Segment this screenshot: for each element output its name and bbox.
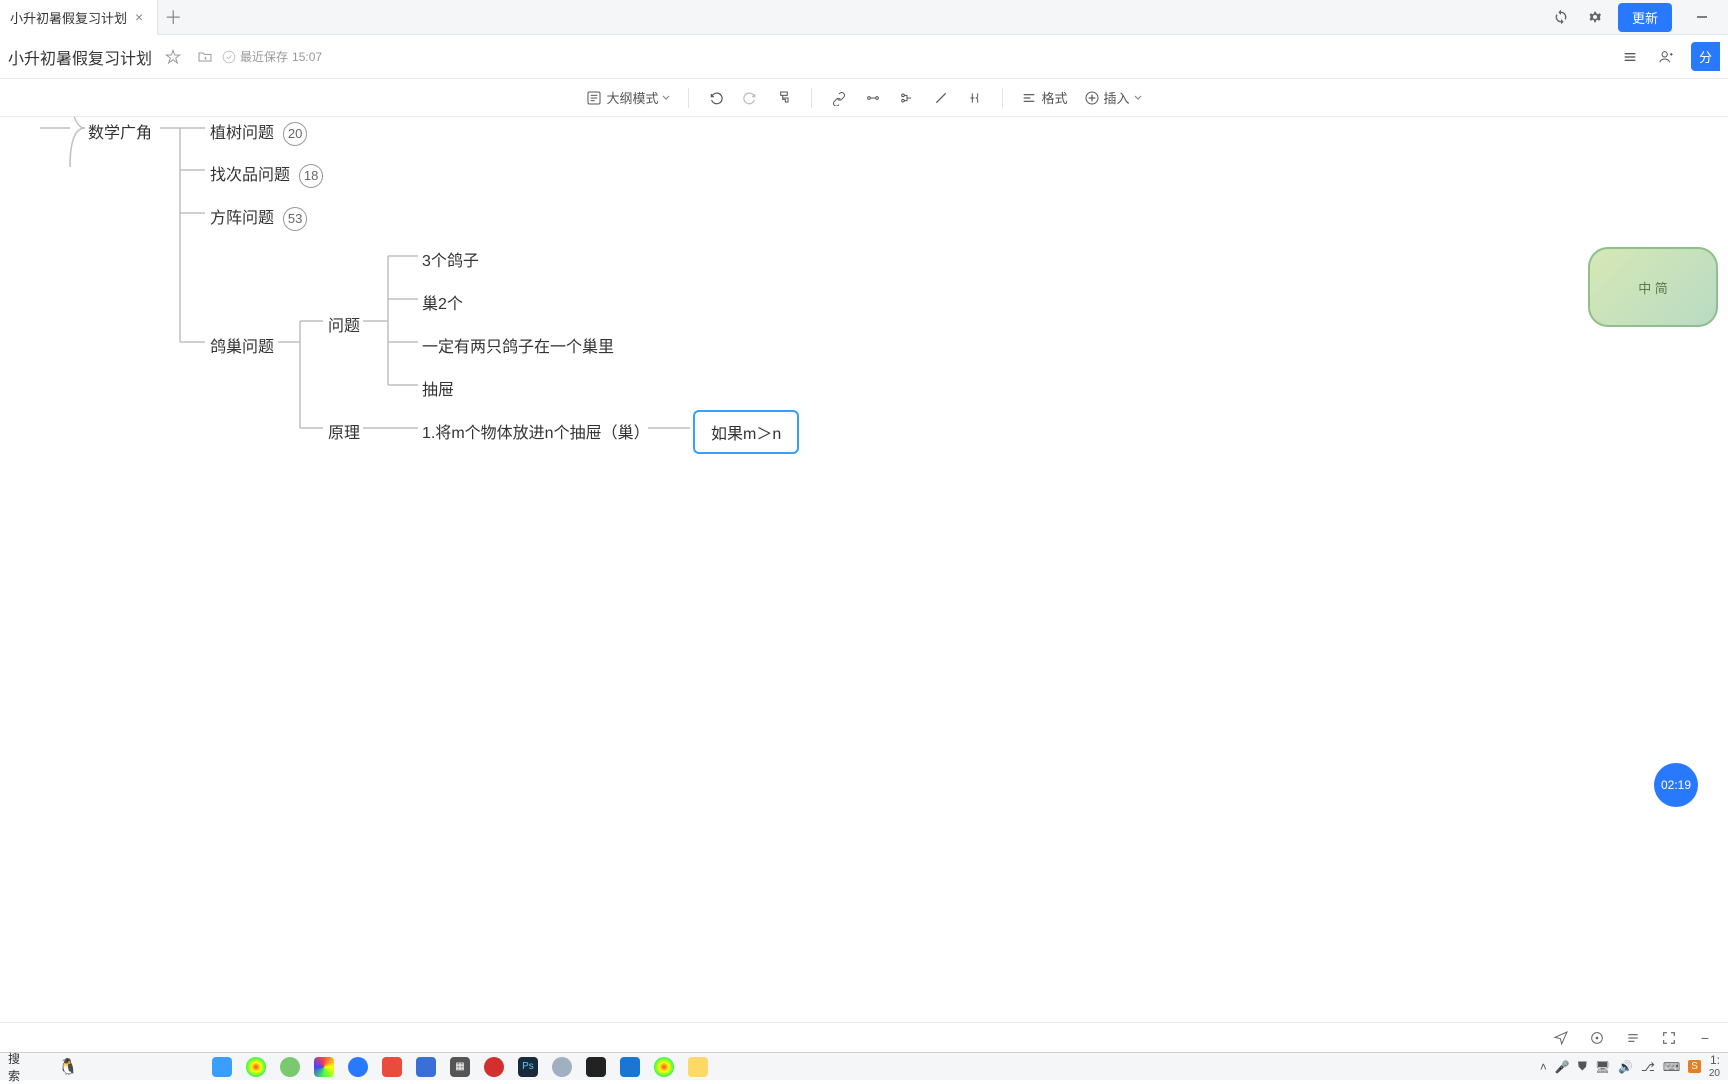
- taskbar-app-icon[interactable]: [348, 1057, 368, 1077]
- list-icon[interactable]: [1622, 1027, 1644, 1049]
- chevron-up-icon[interactable]: ˄: [1540, 1060, 1547, 1074]
- taskbar-app-icon[interactable]: [620, 1057, 640, 1077]
- taskbar-tray: ˄ 🎤 ⛊ 🖥 🔊 ⎇ ⌨ S 1: 20: [1540, 1054, 1720, 1078]
- taskbar-app-icon[interactable]: [382, 1057, 402, 1077]
- gear-icon[interactable]: [1584, 6, 1606, 28]
- taskbar-search[interactable]: 搜索: [8, 1050, 28, 1084]
- node-branch-2[interactable]: 方阵问题 53: [210, 204, 307, 231]
- add-user-icon[interactable]: [1655, 46, 1677, 68]
- node-badge: 20: [283, 122, 307, 146]
- menu-icon[interactable]: [1619, 46, 1641, 68]
- connectors: [0, 117, 1728, 907]
- node-branch-0[interactable]: 植树问题 20: [210, 119, 307, 146]
- keyboard-icon[interactable]: ⌨: [1663, 1060, 1680, 1074]
- title-bar: 小升初暑假复习计划 最近保存 15:07 分: [0, 35, 1728, 79]
- minimize-button[interactable]: [1684, 0, 1720, 35]
- node-selected[interactable]: 如果m＞n: [693, 410, 799, 454]
- insert-button[interactable]: 插入: [1084, 88, 1142, 107]
- status-bar: −: [0, 1022, 1728, 1052]
- node-principle-0[interactable]: 1.将m个物体放进n个抽屉（巢）: [422, 419, 650, 443]
- node-label: 找次品问题: [210, 167, 290, 184]
- save-prefix: 最近保存: [240, 48, 288, 65]
- volume-icon[interactable]: 🔊: [1618, 1060, 1633, 1074]
- summary-icon[interactable]: [898, 89, 916, 107]
- timer-fab[interactable]: 02:19: [1654, 763, 1698, 807]
- shield-icon[interactable]: ⛊: [1578, 1059, 1587, 1074]
- taskbar: 搜索 🐧 ▦ Ps ˄ 🎤 ⛊ 🖥 🔊 ⎇ ⌨ S 1: 20: [0, 1052, 1728, 1080]
- taskbar-chrome-icon[interactable]: [654, 1057, 674, 1077]
- tab-active[interactable]: 小升初暑假复习计划 ×: [0, 0, 158, 35]
- taskbar-app-icon[interactable]: [586, 1057, 606, 1077]
- new-tab-button[interactable]: ＋: [158, 2, 188, 32]
- node-leaf-2[interactable]: 一定有两只鸽子在一个巢里: [422, 333, 614, 357]
- format-button[interactable]: 格式: [1021, 88, 1067, 107]
- taskbar-time: 1:: [1709, 1054, 1720, 1067]
- taskbar-app-icon[interactable]: [416, 1057, 436, 1077]
- node-branch-1[interactable]: 找次品问题 18: [210, 161, 323, 188]
- tab-title: 小升初暑假复习计划: [10, 8, 127, 27]
- redo-icon[interactable]: [741, 89, 759, 107]
- taskbar-calc-icon[interactable]: ▦: [450, 1057, 470, 1077]
- taskbar-ps-icon[interactable]: Ps: [518, 1057, 538, 1077]
- sync-icon[interactable]: [1550, 6, 1572, 28]
- share-button[interactable]: 分: [1691, 42, 1720, 71]
- node-branch-3-1[interactable]: 原理: [328, 419, 360, 443]
- node-branch-3[interactable]: 鸽巢问题: [210, 333, 274, 357]
- taskbar-app-icon[interactable]: [212, 1057, 232, 1077]
- close-icon[interactable]: ×: [135, 9, 143, 25]
- git-icon[interactable]: ⎇: [1641, 1060, 1655, 1074]
- taskbar-apps: 🐧 ▦ Ps: [178, 1057, 708, 1077]
- save-status: 最近保存 15:07: [222, 48, 322, 65]
- relation-icon[interactable]: [864, 89, 882, 107]
- ime-icon[interactable]: S: [1688, 1060, 1701, 1073]
- node-label: 植树问题: [210, 125, 274, 142]
- monitor-icon[interactable]: 🖥: [1595, 1060, 1610, 1074]
- decor-text: 中 简: [1638, 278, 1668, 297]
- line-icon[interactable]: [932, 89, 950, 107]
- update-button[interactable]: 更新: [1618, 3, 1672, 32]
- node-label: 方阵问题: [210, 210, 274, 227]
- taskbar-date: 20: [1709, 1068, 1720, 1079]
- bracket-icon[interactable]: [966, 89, 984, 107]
- folder-icon[interactable]: [194, 46, 216, 68]
- format-painter-icon[interactable]: [775, 89, 793, 107]
- star-icon[interactable]: [162, 46, 184, 68]
- undo-icon[interactable]: [707, 89, 725, 107]
- taskbar-chrome-icon[interactable]: [246, 1057, 266, 1077]
- node-badge: 53: [283, 207, 307, 231]
- node-badge: 18: [299, 164, 323, 188]
- tab-bar: 小升初暑假复习计划 × ＋ 更新: [0, 0, 1728, 35]
- node-root[interactable]: 数学广角: [88, 119, 152, 143]
- taskbar-app-icon[interactable]: [552, 1057, 572, 1077]
- save-time: 15:07: [292, 50, 322, 64]
- mic-icon[interactable]: 🎤: [1555, 1060, 1570, 1074]
- toolbar: 大纲模式 格式: [0, 79, 1728, 117]
- taskbar-app-icon[interactable]: [484, 1057, 504, 1077]
- node-leaf-1[interactable]: 巢2个: [422, 290, 463, 314]
- zoom-out-icon[interactable]: −: [1694, 1027, 1716, 1049]
- fullscreen-icon[interactable]: [1658, 1027, 1680, 1049]
- link-icon[interactable]: [830, 89, 848, 107]
- decor-sticker: 中 简: [1588, 247, 1718, 327]
- node-branch-3-0[interactable]: 问题: [328, 312, 360, 336]
- mindmap-canvas[interactable]: 数学广角 植树问题 20 找次品问题 18 方阵问题 53 鸽巢问题 问题 原理…: [0, 117, 1728, 907]
- zoom-target-icon[interactable]: [1586, 1027, 1608, 1049]
- outline-mode-button[interactable]: 大纲模式: [586, 88, 670, 107]
- taskbar-wechat-icon[interactable]: [280, 1057, 300, 1077]
- taskbar-folder-icon[interactable]: [688, 1057, 708, 1077]
- locate-icon[interactable]: [1550, 1027, 1572, 1049]
- timer-value: 02:19: [1661, 778, 1691, 792]
- node-leaf-3[interactable]: 抽屉: [422, 376, 454, 400]
- doc-title[interactable]: 小升初暑假复习计划: [8, 45, 152, 69]
- taskbar-app-icon[interactable]: [314, 1057, 334, 1077]
- node-leaf-0[interactable]: 3个鸽子: [422, 247, 479, 271]
